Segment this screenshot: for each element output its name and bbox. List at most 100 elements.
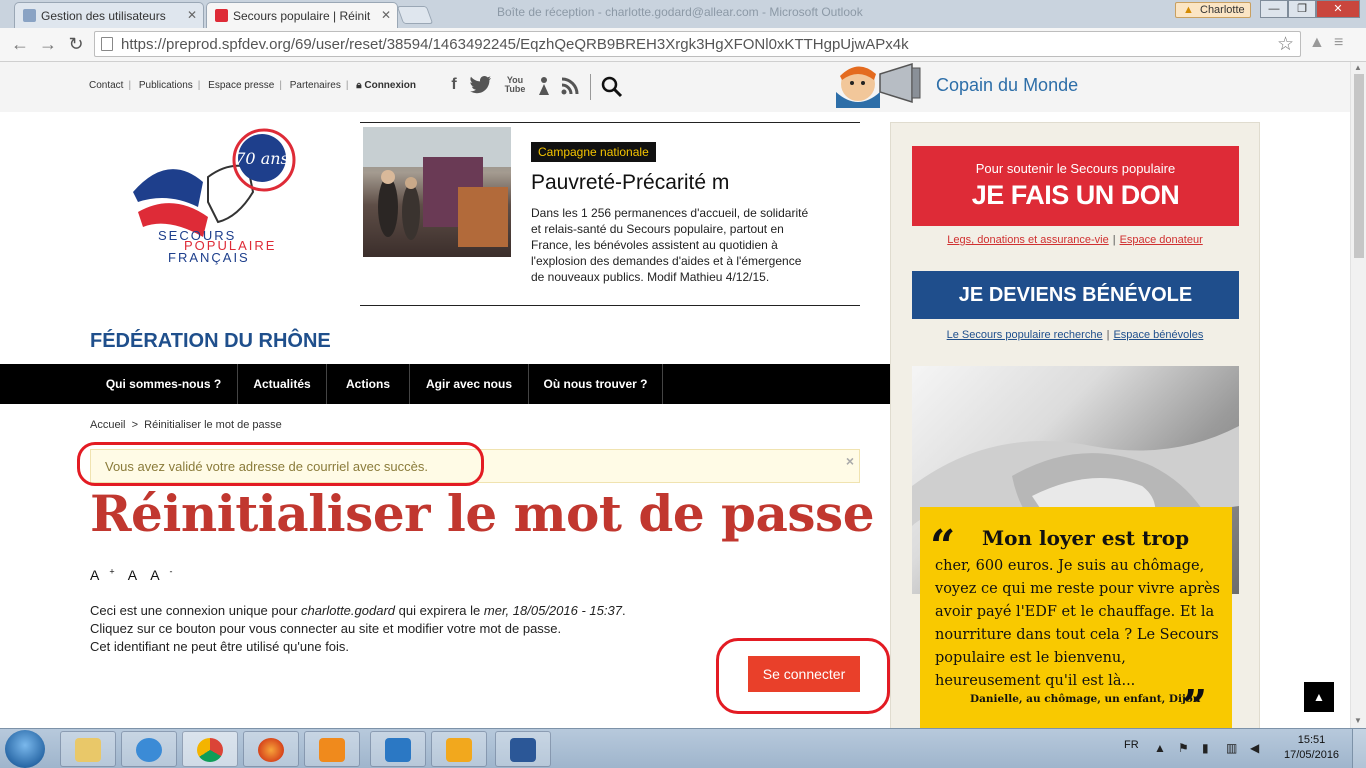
taskbar-lync[interactable] [370, 731, 426, 767]
language-indicator[interactable]: FR [1124, 739, 1139, 751]
back-to-top-button[interactable]: ▲ [1304, 682, 1334, 712]
font-normal-button[interactable]: A [128, 567, 137, 583]
breadcrumb: Accueil > Réinitialiser le mot de passe [90, 419, 282, 431]
quote-body: cher, 600 euros. Je suis au chômage, voy… [935, 558, 1220, 689]
close-window-button[interactable]: ✕ [1316, 0, 1360, 18]
font-smaller-button[interactable]: A- [150, 566, 172, 583]
nav-item-about[interactable]: Qui sommes-nous ? [90, 364, 238, 404]
start-button[interactable] [5, 730, 45, 768]
extension-icon[interactable]: ▲ [1309, 34, 1325, 52]
back-arrow-icon[interactable]: ← [8, 32, 32, 56]
top-links: Contact | Publications | Espace presse | Pa… [89, 80, 417, 91]
mascot-illustration[interactable] [816, 62, 926, 108]
tab-close-icon[interactable]: ✕ [187, 8, 197, 22]
quote-signature: Danielle, au chômage, un enfant, Dijon [970, 693, 1201, 705]
taskbar-internet-explorer[interactable] [121, 731, 177, 767]
tab-favicon-icon [215, 9, 228, 22]
show-desktop-button[interactable] [1352, 729, 1366, 768]
volunteer-button[interactable]: JE DEVIENS BÉNÉVOLE [912, 271, 1239, 319]
media-player-icon [319, 738, 345, 762]
taskbar-media-player[interactable] [304, 731, 360, 767]
system-clock[interactable]: 15:51 17/05/2016 [1284, 733, 1339, 763]
tab-secours-populaire[interactable]: Secours populaire | Réinit ✕ [206, 2, 398, 28]
top-link-partners[interactable]: Partenaires [290, 80, 341, 91]
forward-arrow-icon[interactable]: → [36, 32, 60, 56]
facebook-icon[interactable]: f [444, 76, 464, 98]
breadcrumb-current: Réinitialiser le mot de passe [144, 419, 282, 431]
donate-button[interactable]: Pour soutenir le Secours populaire JE FA… [912, 146, 1239, 226]
tray-expand-icon[interactable]: ▲ [1154, 741, 1166, 755]
nav-item-actions[interactable]: Actions [327, 364, 410, 404]
login-link[interactable]: 🔒︎ Connexion [356, 80, 416, 91]
testimonial-card[interactable]: “ Mon loyer est trop cher, 600 euros. Je… [920, 507, 1232, 728]
restore-button[interactable]: ❐ [1288, 0, 1316, 18]
menu-icon[interactable]: ≡ [1334, 34, 1343, 52]
top-link-contact[interactable]: Contact [89, 80, 123, 91]
background-window-title: Boîte de réception - charlotte.godard@al… [497, 5, 863, 19]
page-title: Réinitialiser le mot de passe [90, 484, 875, 543]
minimize-button[interactable]: — [1260, 0, 1288, 18]
campaign-photo[interactable] [363, 127, 511, 257]
page-scrollbar[interactable]: ▲ ▼ [1350, 62, 1366, 728]
logo-line3: FRANÇAIS [168, 250, 250, 265]
warning-icon: ▲ [1183, 4, 1194, 16]
new-tab-button[interactable] [396, 6, 434, 24]
network-icon[interactable]: ▥ [1226, 741, 1237, 755]
taskbar-firefox[interactable] [243, 731, 299, 767]
top-link-publications[interactable]: Publications [139, 80, 193, 91]
campaign-tag: Campagne nationale [531, 142, 656, 162]
bookmark-star-icon[interactable]: ☆ [1277, 33, 1294, 56]
twitter-icon[interactable] [470, 76, 491, 98]
quote-title: Mon loyer est trop [982, 526, 1190, 550]
divider [590, 74, 591, 100]
volunteer-space-link[interactable]: Espace bénévoles [1113, 329, 1203, 341]
breadcrumb-home[interactable]: Accueil [90, 419, 125, 431]
reset-info-text: Ceci est une connexion unique pour charl… [90, 602, 626, 656]
legacy-link[interactable]: Legs, donations et assurance-vie [947, 234, 1108, 246]
profile-button[interactable]: ▲ Charlotte [1175, 2, 1251, 18]
taskbar-chrome[interactable] [182, 731, 238, 767]
copain-du-monde-link[interactable]: Copain du Monde [936, 75, 1078, 96]
instagram-icon[interactable] [534, 76, 554, 98]
tab-close-icon[interactable]: ✕ [381, 8, 391, 22]
search-icon[interactable] [601, 76, 623, 103]
tab-user-management[interactable]: Gestion des utilisateurs ✕ [14, 2, 204, 28]
donor-space-link[interactable]: Espace donateur [1120, 234, 1203, 246]
youtube-icon[interactable]: You Tube [503, 76, 527, 98]
nav-item-news[interactable]: Actualités [238, 364, 327, 404]
taskbar-outlook[interactable] [431, 731, 487, 767]
lock-icon: 🔒︎ [356, 80, 362, 91]
power-icon[interactable]: ▮ [1202, 741, 1209, 755]
ie-icon [136, 738, 162, 762]
top-link-press[interactable]: Espace presse [208, 80, 274, 91]
nav-item-find-us[interactable]: Où nous trouver ? [529, 364, 663, 404]
word-icon [510, 738, 536, 762]
flag-icon[interactable]: ⚑ [1178, 741, 1189, 755]
nav-item-act-with-us[interactable]: Agir avec nous [410, 364, 529, 404]
clock-date: 17/05/2016 [1284, 749, 1340, 761]
campaign-title[interactable]: Pauvreté-Précarité m [531, 171, 729, 195]
scroll-down-icon[interactable]: ▼ [1354, 716, 1362, 725]
tab-label: Secours populaire | Réinit [233, 9, 371, 23]
featured-campaign[interactable]: Campagne nationale Pauvreté-Précarité m … [360, 122, 860, 306]
site-logo[interactable]: 70 ans SECOURS POPULAIRE FRANÇAIS [128, 122, 308, 272]
address-bar[interactable]: https://preprod.spfdev.org/69/user/reset… [94, 31, 1301, 57]
profile-name: Charlotte [1200, 4, 1245, 16]
taskbar-explorer[interactable] [60, 731, 116, 767]
main-navigation: Qui sommes-nous ? Actualités Actions Agi… [0, 364, 890, 404]
browser-title-bar: Gestion des utilisateurs ✕ Secours popul… [0, 0, 1366, 28]
folder-icon [75, 738, 101, 762]
volume-icon[interactable]: ◀ [1250, 741, 1259, 755]
tab-favicon-icon [23, 9, 36, 22]
outlook-icon [446, 738, 472, 762]
reload-icon[interactable]: ↻ [64, 32, 88, 56]
font-larger-button[interactable]: A + [90, 566, 115, 583]
scroll-up-icon[interactable]: ▲ [1354, 63, 1362, 72]
taskbar-word[interactable] [495, 731, 551, 767]
info-user: charlotte.godard [301, 603, 395, 618]
close-icon[interactable]: × [846, 453, 854, 469]
scrollbar-thumb[interactable] [1354, 74, 1364, 258]
recruiting-link[interactable]: Le Secours populaire recherche [947, 329, 1103, 341]
rss-icon[interactable] [560, 76, 580, 98]
url-text[interactable]: https://preprod.spfdev.org/69/user/reset… [121, 36, 909, 53]
